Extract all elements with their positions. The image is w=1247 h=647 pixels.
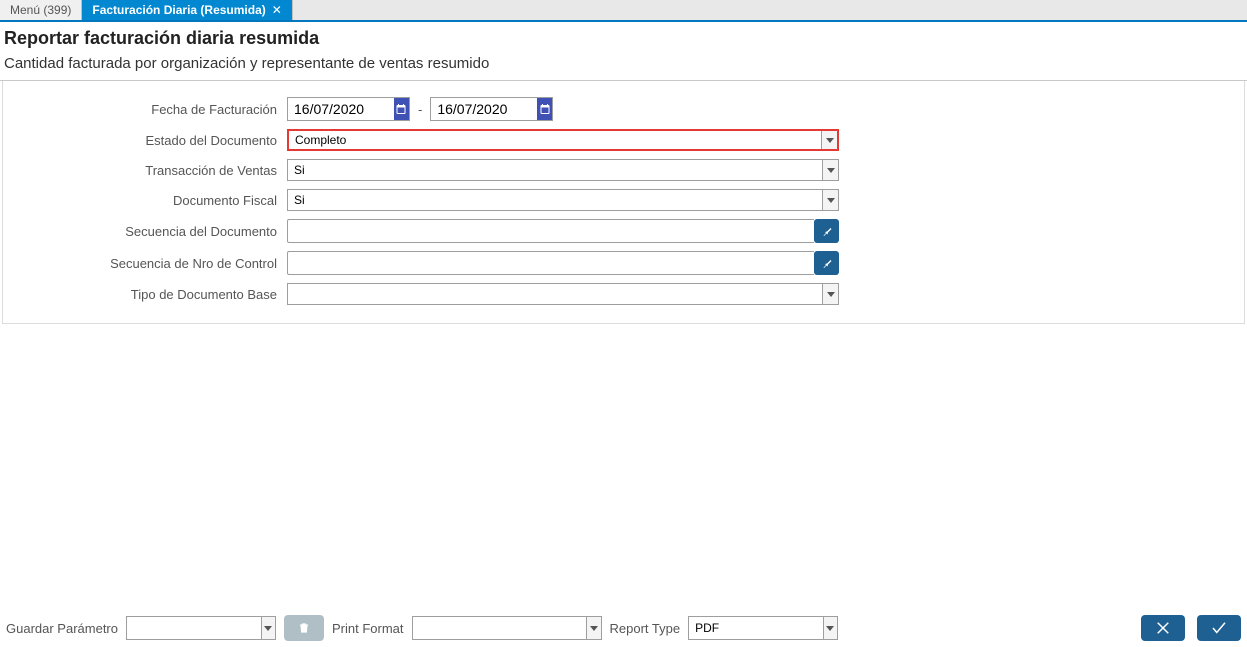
secuencia-control-input[interactable] [287,251,814,275]
calendar-icon[interactable] [537,98,552,120]
pin-icon[interactable] [814,251,839,275]
guardar-parametro-input[interactable] [127,617,261,639]
fiscal-input[interactable] [288,190,822,210]
estado-input[interactable] [289,131,821,149]
estado-combo[interactable] [287,129,839,151]
label-guardar-parametro: Guardar Parámetro [6,621,118,636]
date-to-field[interactable] [430,97,553,121]
label-secuencia-doc: Secuencia del Documento [13,224,287,239]
secuencia-doc-input[interactable] [287,219,814,243]
tab-menu[interactable]: Menú (399) [0,0,82,20]
report-type-combo[interactable] [688,616,838,640]
chevron-down-icon[interactable] [821,131,837,149]
label-print-format: Print Format [332,621,404,636]
delete-button[interactable] [284,615,324,641]
row-transaccion: Transacción de Ventas [13,159,1234,181]
guardar-parametro-combo[interactable] [126,616,276,640]
tab-active-label: Facturación Diaria (Resumida) [92,3,265,17]
calendar-icon[interactable] [394,98,409,120]
page-header: Reportar facturación diaria resumida Can… [0,22,1247,81]
label-tipo-doc: Tipo de Documento Base [13,287,287,302]
row-secuencia-control: Secuencia de Nro de Control [13,251,1234,275]
chevron-down-icon[interactable] [261,617,275,639]
tab-facturacion-diaria[interactable]: Facturación Diaria (Resumida) ✕ [82,0,292,20]
cancel-button[interactable] [1141,615,1185,641]
label-estado: Estado del Documento [13,133,287,148]
report-type-input[interactable] [689,617,823,639]
row-estado: Estado del Documento [13,129,1234,151]
row-secuencia-doc: Secuencia del Documento [13,219,1234,243]
tab-menu-label: Menú (399) [10,3,71,17]
print-format-input[interactable] [413,617,586,639]
chevron-down-icon[interactable] [822,160,838,180]
row-fiscal: Documento Fiscal [13,189,1234,211]
label-transaccion: Transacción de Ventas [13,163,287,178]
secuencia-doc-lookup[interactable] [287,219,839,243]
footer-bar: Guardar Parámetro Print Format Report Ty… [0,609,1247,647]
tipo-doc-combo[interactable] [287,283,839,305]
transaccion-combo[interactable] [287,159,839,181]
chevron-down-icon[interactable] [822,190,838,210]
row-fecha: Fecha de Facturación - [13,97,1234,121]
tipo-doc-input[interactable] [288,284,822,304]
transaccion-input[interactable] [288,160,822,180]
page-title: Reportar facturación diaria resumida [4,28,1243,49]
print-format-combo[interactable] [412,616,602,640]
label-secuencia-control: Secuencia de Nro de Control [13,256,287,271]
chevron-down-icon[interactable] [586,617,601,639]
ok-button[interactable] [1197,615,1241,641]
chevron-down-icon[interactable] [823,617,837,639]
date-to-input[interactable] [431,98,537,120]
date-separator: - [414,102,426,117]
row-tipo-doc: Tipo de Documento Base [13,283,1234,305]
secuencia-control-lookup[interactable] [287,251,839,275]
date-from-field[interactable] [287,97,410,121]
check-icon [1210,619,1228,637]
trash-icon [297,621,311,635]
close-icon[interactable]: ✕ [272,3,282,17]
date-from-input[interactable] [288,98,394,120]
chevron-down-icon[interactable] [822,284,838,304]
label-fiscal: Documento Fiscal [13,193,287,208]
tab-bar: Menú (399) Facturación Diaria (Resumida)… [0,0,1247,22]
form-panel: Fecha de Facturación - Estado del Docume… [2,81,1245,324]
page-subtitle: Cantidad facturada por organización y re… [4,55,1243,72]
x-icon [1154,619,1172,637]
fiscal-combo[interactable] [287,189,839,211]
pin-icon[interactable] [814,219,839,243]
label-fecha: Fecha de Facturación [13,102,287,117]
label-report-type: Report Type [610,621,681,636]
